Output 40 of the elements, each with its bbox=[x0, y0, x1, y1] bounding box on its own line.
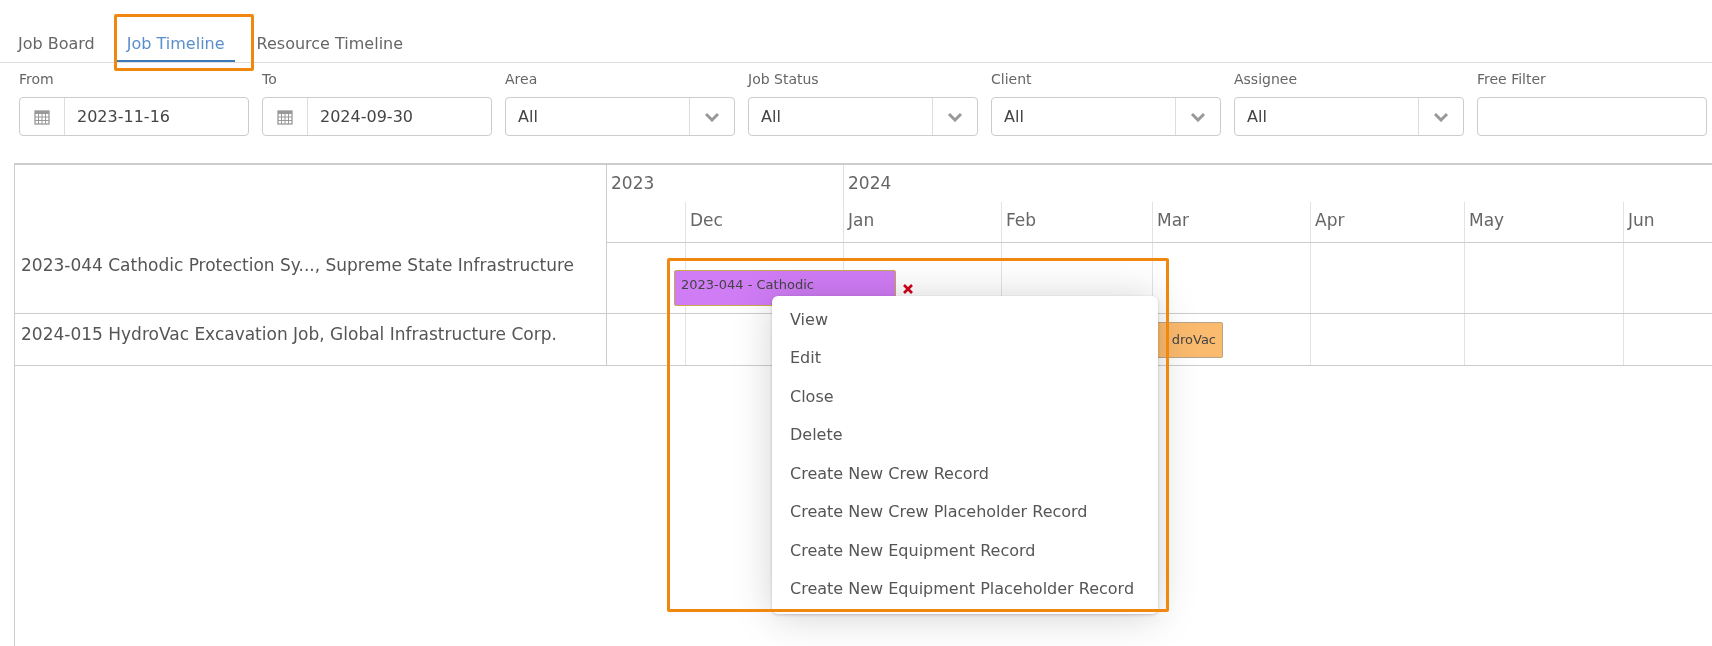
menu-item[interactable]: Create New Crew Placeholder Record bbox=[772, 492, 1158, 531]
job-label: 2024-015 HydroVac Excavation Job, Global Infrastructure Corp. bbox=[20, 323, 558, 344]
filter-label: Client bbox=[991, 71, 1033, 89]
input-field[interactable] bbox=[1477, 97, 1707, 136]
chevron-down-icon bbox=[1190, 111, 1206, 122]
dropdown[interactable]: All bbox=[505, 97, 735, 136]
year-header: 2023 bbox=[610, 172, 656, 195]
tab[interactable]: Job Board bbox=[8, 22, 105, 62]
month-header: May bbox=[1464, 202, 1623, 242]
tab[interactable]: Resource Timeline bbox=[246, 22, 414, 62]
dropdown[interactable]: All bbox=[748, 97, 978, 136]
job-label: 2023-044 Cathodic Protection Sy..., Supreme State Infrastructure bbox=[20, 254, 576, 275]
month-header: Feb bbox=[1001, 202, 1152, 242]
chevron-down-icon bbox=[947, 111, 963, 122]
menu-item[interactable]: Delete bbox=[772, 415, 1158, 454]
filter-label: Free Filter bbox=[1477, 71, 1547, 89]
close-icon[interactable] bbox=[902, 283, 914, 295]
month-header: Jun bbox=[1623, 202, 1712, 242]
dropdown[interactable]: All bbox=[991, 97, 1221, 136]
menu-item[interactable]: Close bbox=[772, 377, 1158, 416]
menu-item[interactable]: Create New Equipment Placeholder Record bbox=[772, 569, 1158, 608]
filter-label: To bbox=[262, 71, 278, 89]
chevron-down-icon bbox=[1433, 111, 1449, 122]
dropdown[interactable]: All bbox=[1234, 97, 1464, 136]
month-header: Apr bbox=[1310, 202, 1464, 242]
calendar-icon bbox=[277, 108, 293, 125]
date-field[interactable]: 2024-09-30 bbox=[262, 97, 492, 136]
filter-label: From bbox=[19, 71, 55, 89]
calendar-icon bbox=[34, 108, 50, 125]
chevron-down-icon bbox=[704, 111, 720, 122]
month-header: Mar bbox=[1152, 202, 1310, 242]
menu-item[interactable]: Create New Crew Record bbox=[772, 454, 1158, 493]
date-field[interactable]: 2023-11-16 bbox=[19, 97, 249, 136]
menu-item[interactable]: Create New Equipment Record bbox=[772, 531, 1158, 570]
year-header: 2024 bbox=[843, 165, 1712, 202]
filter-label: Job Status bbox=[748, 71, 820, 89]
filter-label: Area bbox=[505, 71, 539, 89]
month-header: Jan bbox=[843, 202, 1001, 242]
filter-label: Assignee bbox=[1234, 71, 1299, 89]
month-header: Dec bbox=[685, 202, 843, 242]
